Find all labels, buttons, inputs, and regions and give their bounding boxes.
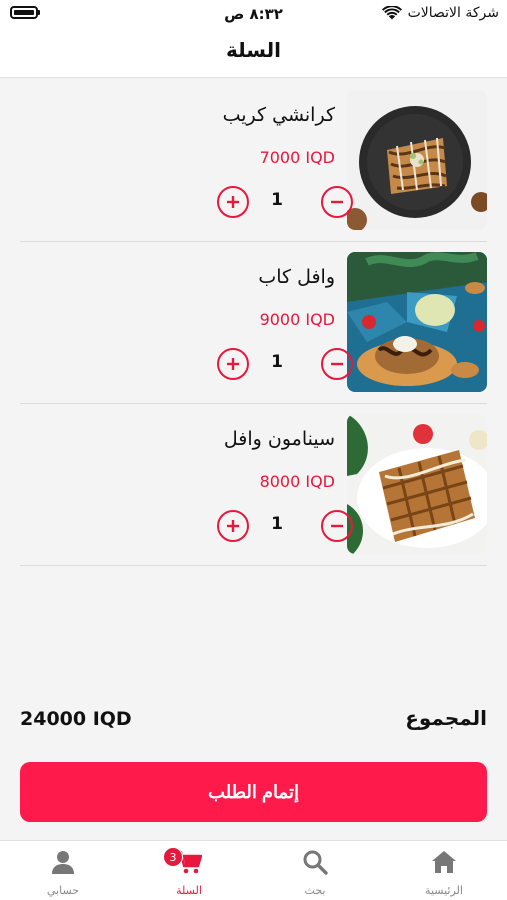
tab-bar: حسابي 3 السلة بحث الرئيسية bbox=[0, 840, 507, 900]
page-title: السلة bbox=[225, 38, 281, 62]
decrease-quantity-button[interactable] bbox=[321, 186, 353, 218]
tab-account[interactable]: حسابي bbox=[0, 841, 126, 900]
tab-label: الرئيسية bbox=[425, 884, 463, 897]
decrease-quantity-button[interactable] bbox=[321, 348, 353, 380]
item-price: 7000 IQD bbox=[259, 148, 335, 167]
waffle-cup-photo bbox=[347, 252, 487, 392]
quantity-value: 1 bbox=[271, 352, 283, 372]
quantity-value: 1 bbox=[271, 190, 283, 210]
plus-icon bbox=[227, 520, 239, 532]
increase-quantity-button[interactable] bbox=[217, 510, 249, 542]
tab-home[interactable]: الرئيسية bbox=[381, 841, 507, 900]
total-label: المجموع bbox=[405, 706, 487, 730]
cart-item: كرانشي كريب 7000 IQD 1 bbox=[0, 80, 507, 242]
total-value: 24000 IQD bbox=[20, 708, 132, 730]
minus-icon bbox=[331, 362, 343, 366]
cart-item: وافل كاب 9000 IQD 1 bbox=[0, 242, 507, 404]
carrier-name: شركة الاتصالات bbox=[407, 5, 499, 21]
tab-search[interactable]: بحث bbox=[252, 841, 378, 900]
increase-quantity-button[interactable] bbox=[217, 348, 249, 380]
search-icon bbox=[302, 849, 328, 875]
crepe-photo bbox=[347, 90, 487, 230]
cinnamon-waffle-photo bbox=[347, 414, 487, 554]
item-price: 9000 IQD bbox=[259, 310, 335, 329]
tab-label: حسابي bbox=[46, 884, 80, 897]
tab-cart[interactable]: 3 السلة bbox=[126, 841, 252, 900]
item-name: كرانشي كريب bbox=[222, 104, 335, 126]
status-bar: ٨:٣٢ ص شركة الاتصالات bbox=[0, 0, 507, 30]
tab-label: السلة bbox=[176, 884, 202, 897]
minus-icon bbox=[331, 200, 343, 204]
person-icon bbox=[50, 849, 76, 875]
plus-icon bbox=[227, 196, 239, 208]
cart-item: سينامون وافل 8000 IQD 1 bbox=[0, 404, 507, 566]
tab-label: بحث bbox=[304, 884, 326, 897]
header: السلة bbox=[0, 30, 507, 78]
minus-icon bbox=[331, 524, 343, 528]
cart-badge: 3 bbox=[163, 847, 183, 867]
divider bbox=[20, 565, 487, 566]
total-row: المجموع 24000 IQD bbox=[20, 706, 487, 736]
increase-quantity-button[interactable] bbox=[217, 186, 249, 218]
item-name: سينامون وافل bbox=[223, 428, 335, 450]
carrier-group: شركة الاتصالات bbox=[381, 5, 499, 21]
quantity-value: 1 bbox=[271, 514, 283, 534]
plus-icon bbox=[227, 358, 239, 370]
item-price: 8000 IQD bbox=[259, 472, 335, 491]
decrease-quantity-button[interactable] bbox=[321, 510, 353, 542]
wifi-icon bbox=[381, 6, 402, 20]
cart-list: كرانشي كريب 7000 IQD 1 وافل كاب 9000 IQD… bbox=[0, 80, 507, 566]
checkout-button[interactable]: إتمام الطلب bbox=[20, 762, 487, 822]
home-icon bbox=[431, 849, 457, 875]
item-name: وافل كاب bbox=[258, 266, 335, 288]
